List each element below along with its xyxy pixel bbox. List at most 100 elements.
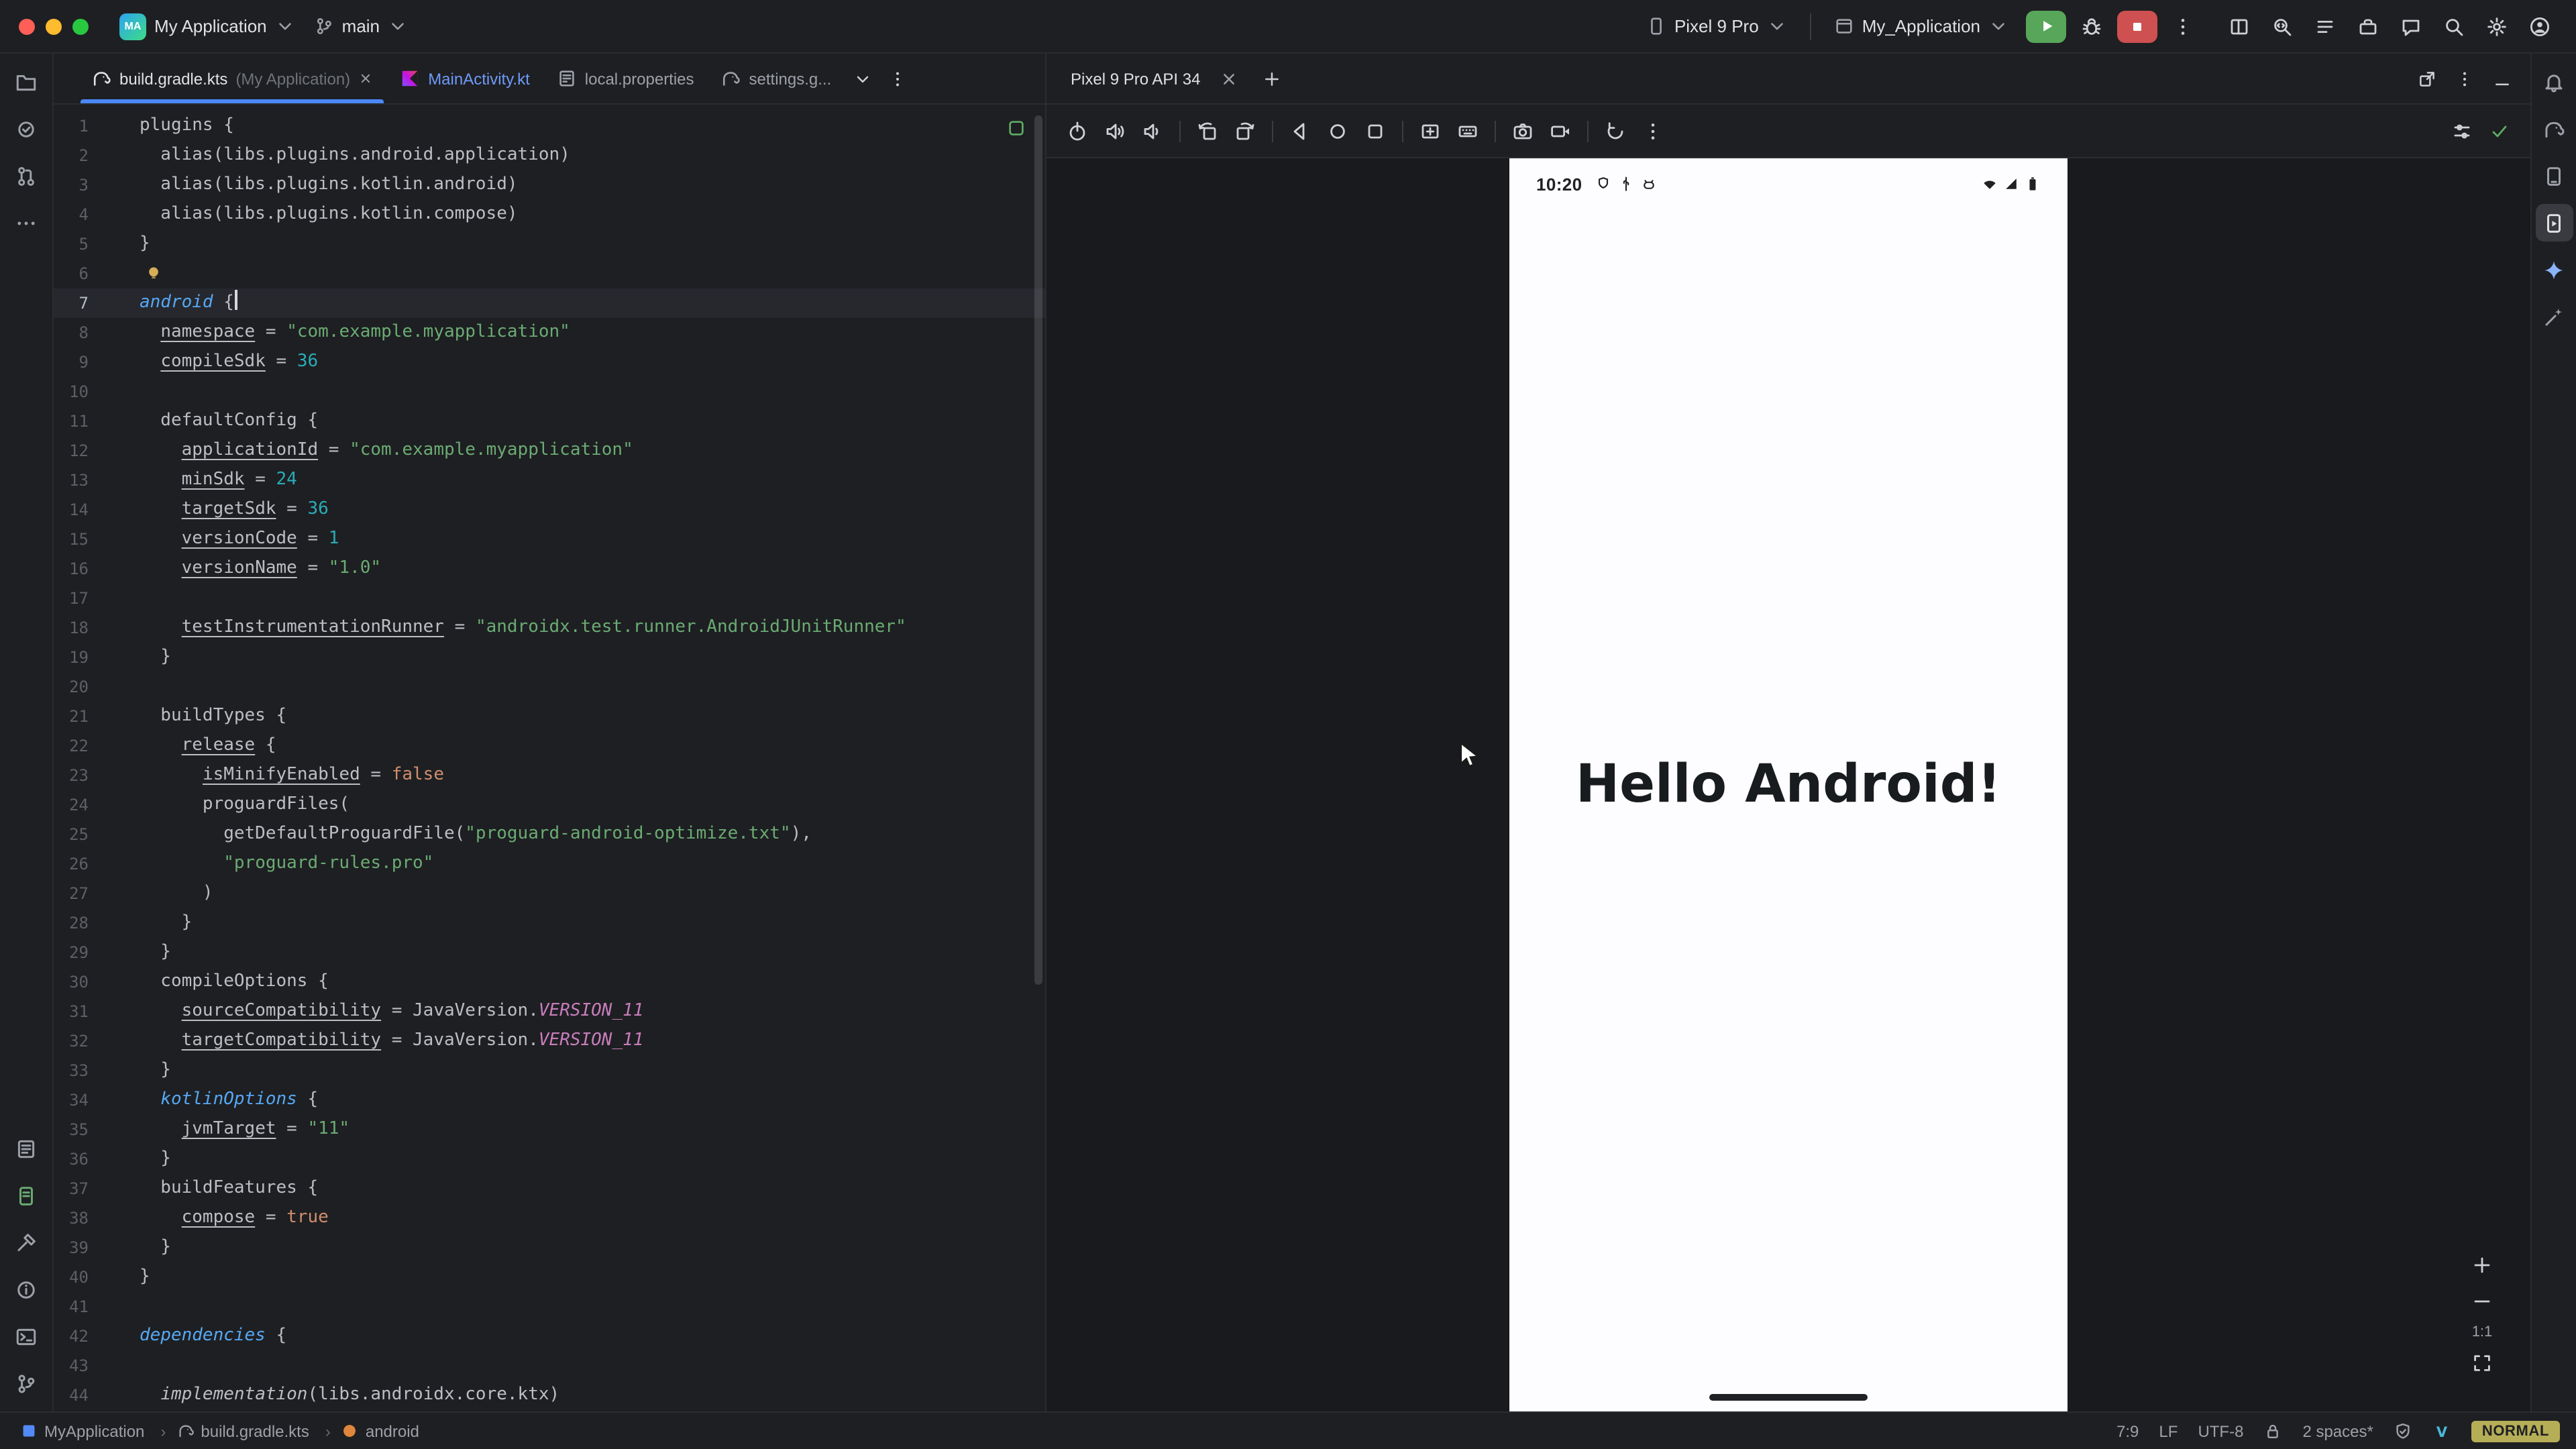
code-line-25[interactable]: 25 getDefaultProguardFile("proguard-andr… [54, 820, 1045, 849]
pull-requests-icon[interactable] [7, 157, 45, 195]
overview-icon[interactable] [1358, 113, 1393, 148]
code-line-24[interactable]: 24 proguardFiles( [54, 790, 1045, 820]
more-horizontal-icon[interactable] [7, 204, 45, 241]
editor-scrollbar[interactable] [1034, 115, 1042, 985]
lock-icon[interactable] [2263, 1421, 2282, 1440]
minimize-window-button[interactable] [46, 18, 62, 34]
code-editor[interactable]: 1plugins {2 alias(libs.plugins.android.a… [54, 105, 1045, 1411]
code-line-29[interactable]: 29 } [54, 938, 1045, 967]
device-ready-check-icon[interactable] [2482, 113, 2517, 148]
code-line-3[interactable]: 3 alias(libs.plugins.kotlin.android) [54, 170, 1045, 200]
code-line-20[interactable]: 20 [54, 672, 1045, 702]
close-window-button[interactable] [19, 18, 35, 34]
fullscreen-window-button[interactable] [72, 18, 89, 34]
zoom-out-icon[interactable] [2466, 1285, 2498, 1318]
vim-mode[interactable]: NORMAL [2471, 1420, 2560, 1442]
code-line-1[interactable]: 1plugins { [54, 111, 1045, 141]
code-line-2[interactable]: 2 alias(libs.plugins.android.application… [54, 141, 1045, 170]
stop-button[interactable] [2117, 10, 2157, 42]
code-line-17[interactable]: 17 [54, 584, 1045, 613]
code-line-21[interactable]: 21 buildTypes { [54, 702, 1045, 731]
zoom-level[interactable]: 1:1 [2472, 1324, 2493, 1340]
editor-tab-settings.g...[interactable]: settings.g... [708, 54, 845, 103]
volume-down-icon[interactable] [1135, 113, 1170, 148]
code-line-31[interactable]: 31 sourceCompatibility = JavaVersion.VER… [54, 997, 1045, 1026]
run-config-selector[interactable]: My_Application [1825, 11, 2018, 42]
code-line-16[interactable]: 16 versionName = "1.0" [54, 554, 1045, 584]
commit-icon[interactable] [7, 110, 45, 148]
toolbox-icon[interactable] [2351, 9, 2385, 44]
vim-icon[interactable]: V [2432, 1421, 2451, 1440]
power-icon[interactable] [1060, 113, 1095, 148]
code-line-34[interactable]: 34 kotlinOptions { [54, 1085, 1045, 1115]
zoom-in-icon[interactable] [2466, 1249, 2498, 1281]
breadcrumb-build.gradle.kts[interactable]: build.gradle.kts [172, 1421, 334, 1440]
device-tab[interactable]: Pixel 9 Pro API 34 [1063, 54, 1254, 103]
code-line-35[interactable]: 35 jvmTarget = "11" [54, 1115, 1045, 1144]
home-icon[interactable] [1320, 113, 1355, 148]
code-search-icon[interactable] [2265, 9, 2300, 44]
breadcrumb-MyApplication[interactable]: MyApplication [16, 1421, 170, 1440]
code-line-43[interactable]: 43 [54, 1351, 1045, 1381]
screenshot-icon[interactable] [1505, 113, 1540, 148]
rotate-left-icon[interactable] [1190, 113, 1225, 148]
restart-icon[interactable] [1598, 113, 1633, 148]
problems-icon[interactable] [7, 1271, 45, 1308]
code-line-27[interactable]: 27 ) [54, 879, 1045, 908]
device-screen[interactable]: 10:20 Hello Android! [1509, 158, 2068, 1411]
avatar-icon[interactable] [2522, 9, 2557, 44]
device-selector[interactable]: Pixel 9 Pro [1637, 11, 1796, 42]
code-line-44[interactable]: 44 implementation(libs.androidx.core.ktx… [54, 1381, 1045, 1410]
gradle-icon[interactable] [2535, 110, 2573, 148]
code-line-19[interactable]: 19 } [54, 643, 1045, 672]
code-line-23[interactable]: 23 isMinifyEnabled = false [54, 761, 1045, 790]
settings-icon[interactable] [2479, 9, 2514, 44]
branch-widget[interactable]: main [305, 11, 417, 42]
rotate-right-icon[interactable] [1228, 113, 1263, 148]
code-line-10[interactable]: 10 [54, 377, 1045, 407]
code-line-38[interactable]: 38 compose = true [54, 1203, 1045, 1233]
logcat-icon[interactable] [7, 1130, 45, 1167]
gesture-navigation-bar[interactable] [1709, 1394, 1868, 1401]
code-line-4[interactable]: 4 alias(libs.plugins.kotlin.compose) [54, 200, 1045, 229]
editor-tab-local.properties[interactable]: local.properties [543, 54, 708, 103]
code-line-28[interactable]: 28 } [54, 908, 1045, 938]
code-line-6[interactable]: 6 [54, 259, 1045, 288]
project-widget[interactable]: MA My Application [110, 7, 305, 45]
terminal-icon[interactable] [7, 1318, 45, 1355]
ai-chat-icon[interactable] [2394, 9, 2428, 44]
code-line-39[interactable]: 39 } [54, 1233, 1045, 1263]
debug-icon[interactable] [2074, 9, 2109, 44]
more-vertical-icon[interactable] [1635, 113, 1670, 148]
display-settings-icon[interactable] [2445, 113, 2479, 148]
code-line-36[interactable]: 36 } [54, 1144, 1045, 1174]
indent-setting[interactable]: 2 spaces* [2302, 1421, 2373, 1440]
line-separator[interactable]: LF [2159, 1421, 2178, 1440]
close-icon[interactable] [1211, 61, 1246, 96]
list-icon[interactable] [2308, 9, 2343, 44]
layout-inspector-icon[interactable] [2222, 9, 2257, 44]
search-icon[interactable] [2436, 9, 2471, 44]
close-icon[interactable] [358, 71, 373, 86]
editor-tab-MainActivity.kt[interactable]: MainActivity.kt [386, 54, 543, 103]
running-devices-icon[interactable] [2535, 204, 2573, 241]
code-line-11[interactable]: 11 defaultConfig { [54, 407, 1045, 436]
more-vertical-icon[interactable] [2447, 61, 2482, 96]
project-folder-icon[interactable] [7, 63, 45, 101]
file-encoding[interactable]: UTF-8 [2198, 1421, 2243, 1440]
hardware-input-icon[interactable] [1450, 113, 1485, 148]
code-line-26[interactable]: 26 "proguard-rules.pro" [54, 849, 1045, 879]
code-line-30[interactable]: 30 compileOptions { [54, 967, 1045, 997]
editor-tab-build.gradle.kts[interactable]: build.gradle.kts(My Application) [78, 54, 386, 103]
code-line-37[interactable]: 37 buildFeatures { [54, 1174, 1045, 1203]
code-line-9[interactable]: 9 compileSdk = 36 [54, 347, 1045, 377]
code-line-12[interactable]: 12 applicationId = "com.example.myapplic… [54, 436, 1045, 466]
code-line-32[interactable]: 32 targetCompatibility = JavaVersion.VER… [54, 1026, 1045, 1056]
open-in-window-icon[interactable] [2410, 61, 2445, 96]
version-control-icon[interactable] [7, 1364, 45, 1402]
more-run-options-icon[interactable] [2165, 9, 2200, 44]
build-icon[interactable] [7, 1224, 45, 1261]
more-vertical-icon[interactable] [879, 61, 914, 96]
chevron-down-icon[interactable] [845, 61, 879, 96]
code-line-8[interactable]: 8 namespace = "com.example.myapplication… [54, 318, 1045, 347]
